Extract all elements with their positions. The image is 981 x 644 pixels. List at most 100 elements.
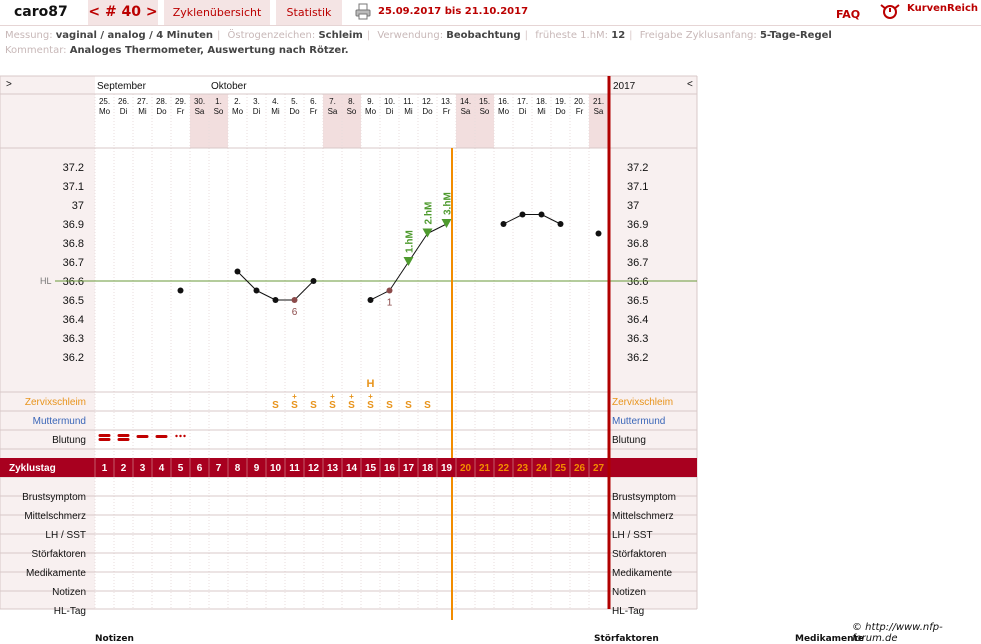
y-tick-label: 36.9 [63,219,84,231]
row-label-left: Störfaktoren [32,549,86,560]
date-label: 14. [460,97,471,106]
y-tick-label: 36.4 [63,314,84,326]
cycle-day-number: 21 [479,463,491,474]
row-label-left: Blutung [52,435,86,446]
month-label: September [97,81,147,92]
date-label: 17. [517,97,528,106]
date-label: 9. [367,97,374,106]
cycle-day-number: 22 [498,463,510,474]
copyright: © http://www.nfp-forum.de [852,622,943,644]
cycle-day-number: 16 [384,463,396,474]
cycle-day-number: 26 [574,463,586,474]
grid-background [95,76,608,609]
row-label-right: LH / SST [612,530,653,541]
cycle-day-number: 7 [216,463,222,474]
mucus-peak-label: H [367,378,375,390]
y-tick-label: 36.5 [63,295,84,307]
date-label: 19. [555,97,566,106]
y-tick-label: 37.2 [63,162,84,174]
cycle-day-number: 6 [197,463,203,474]
cycle-day-number: 2 [121,463,127,474]
y-tick-label: 36.6 [63,276,84,288]
bleeding-mark [98,434,111,437]
mucus-symbol: S [405,400,412,411]
date-label: 5. [291,97,298,106]
bleeding-spot [175,434,178,438]
date-label: 1. [215,97,222,106]
cycle-day-number: 4 [159,463,165,474]
temperature-point-excluded [386,287,393,294]
weekday-label: Do [156,107,167,116]
temperature-point [272,297,279,303]
weekday-label: Sa [594,107,604,116]
mucus-symbol: S [424,400,431,411]
row-label-left: Notizen [52,587,86,598]
cycle-day-number: 11 [289,463,300,474]
date-label: 10. [384,97,395,106]
cycle-day-number: 3 [140,463,146,474]
date-label: 3. [253,97,260,106]
temperature-point [310,278,317,284]
weekday-label: Di [386,107,394,116]
weekday-label: Di [519,107,527,116]
cycle-day-number: 27 [593,463,605,474]
mucus-symbol: S [272,400,279,411]
temperature-point [538,211,545,218]
year-label: 2017 [613,81,636,92]
temperature-point [177,287,184,294]
weekday-label: Fr [576,107,584,116]
mucus-plus-symbol: + [368,392,373,401]
weekday-label: Fr [443,107,451,116]
weekday-label: Sa [461,107,471,116]
weekday-label: Mo [498,107,510,116]
cycle-day-number: 20 [460,463,472,474]
row-label-right: Brustsymptom [612,492,676,503]
row-label-right: Muttermund [612,416,665,427]
cycle-day-number: 24 [536,463,548,474]
date-label: 6. [310,97,317,106]
bleeding-mark [98,438,111,441]
date-label: 28. [156,97,167,106]
cycle-day-number: 5 [178,463,184,474]
weekday-label: Sa [328,107,338,116]
y-tick-label: 36.2 [63,352,84,364]
date-label: 27. [137,97,148,106]
date-label: 18. [536,97,547,106]
weekday-label: Do [289,107,300,116]
bleeding-mark [117,434,130,437]
cycle-day-number: 23 [517,463,529,474]
cycle-day-number: 12 [308,463,320,474]
date-label: 11. [403,97,414,106]
footer-stoerfaktoren-heading: Störfaktoren [594,634,659,644]
temperature-point [367,297,374,303]
y-tick-label-right: 36.8 [627,238,648,250]
y-tick-label-right: 36.3 [627,333,648,345]
weekday-label: Mo [99,107,111,116]
cycle-day-number: 14 [346,463,358,474]
next-cycle-arrow: < [687,79,693,90]
row-label-left: Zervixschleim [25,397,86,408]
y-tick-label-right: 36.9 [627,219,648,231]
row-label-left: Brustsymptom [22,492,86,503]
mucus-symbol: S [291,400,298,411]
weekday-label: Do [555,107,566,116]
y-tick-label: 37.1 [63,181,84,193]
row-label-left: Mittelschmerz [24,511,86,522]
temperature-point [519,211,526,218]
date-label: 2. [234,97,241,106]
weekday-label: Di [253,107,261,116]
mucus-plus-symbol: + [330,392,335,401]
cycle-day-number: 18 [422,463,434,474]
coverline-label: HL [40,276,52,286]
weekday-label: Sa [195,107,205,116]
weekday-label: So [480,107,490,116]
row-label-left: HL-Tag [54,606,86,617]
mucus-symbol: S [329,400,336,411]
row-label-right: Zervixschleim [612,397,673,408]
y-tick-label-right: 36.4 [627,314,648,326]
date-label: 21. [593,97,604,106]
weekday-label: Mo [232,107,244,116]
mucus-symbol: S [386,400,393,411]
low-point-label: 1 [387,298,393,309]
footer-notizen-heading: Notizen [95,634,134,644]
